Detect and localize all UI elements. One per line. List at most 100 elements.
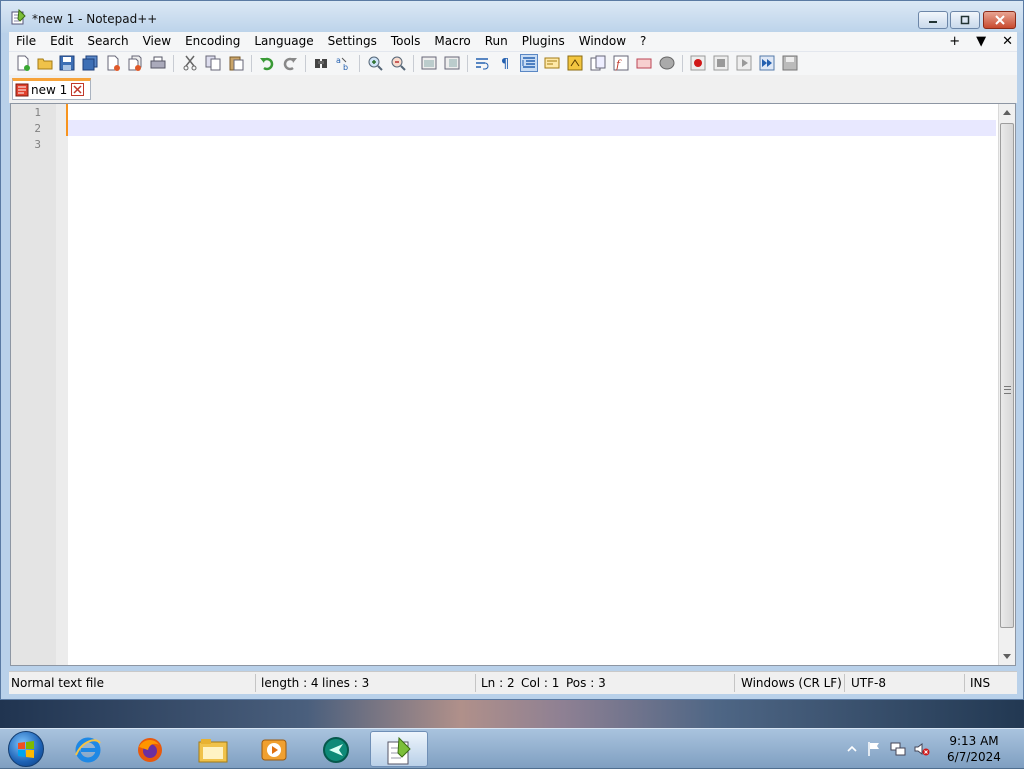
status-file-type: Normal text file [11,676,105,690]
status-bar: Normal text file length : 4 lines : 3 Ln… [9,671,1017,694]
zoom-in-icon[interactable] [367,55,383,71]
system-clock[interactable]: 9:13 AM 6/7/2024 [942,733,1006,765]
stop-recording-icon[interactable] [713,55,729,71]
status-insert-mode[interactable]: INS [970,676,990,690]
paste-icon[interactable] [228,55,244,71]
minimize-icon [929,21,937,23]
taskbar-internet-explorer[interactable] [62,731,116,767]
show-all-characters-icon[interactable]: ¶ [498,55,514,71]
status-eol-format[interactable]: Windows (CR LF) [741,676,842,690]
text-editor[interactable]: 1 2 3 [10,103,1016,666]
status-separator [255,674,256,692]
start-button[interactable] [8,731,44,767]
scroll-up-icon[interactable] [1003,110,1011,115]
title-bar[interactable]: *new 1 - Notepad++ [1,1,1023,33]
sync-vertical-scroll-icon[interactable] [421,55,437,71]
document-map-icon[interactable] [567,55,583,71]
minimize-button[interactable] [918,11,948,29]
menu-encoding[interactable]: Encoding [178,32,247,51]
taskbar-media-player[interactable] [248,731,302,767]
svg-text:b: b [343,63,348,71]
current-line-highlight [68,120,996,136]
save-macro-icon[interactable] [782,55,798,71]
status-separator [844,674,845,692]
redo-icon[interactable] [282,55,298,71]
menu-help[interactable]: ? [633,32,653,51]
network-icon[interactable] [890,741,906,757]
menu-plugins[interactable]: Plugins [515,32,572,51]
save-icon[interactable] [59,55,75,71]
internet-explorer-icon [75,737,101,763]
print-icon[interactable] [150,55,166,71]
menu-settings[interactable]: Settings [321,32,384,51]
toolbar-separator [305,55,306,72]
status-separator [734,674,735,692]
restore-icon [960,15,970,25]
copy-icon[interactable] [205,55,221,71]
menu-macro[interactable]: Macro [427,32,477,51]
new-tab-plus-button[interactable]: + [949,34,960,49]
save-all-icon[interactable] [82,55,98,71]
menu-view[interactable]: View [136,32,178,51]
menu-tools[interactable]: Tools [384,32,428,51]
new-file-icon[interactable] [15,55,31,71]
record-macro-icon[interactable] [690,55,706,71]
toolbar-separator [173,55,174,72]
status-encoding[interactable]: UTF-8 [851,676,886,690]
folder-icon [198,739,228,763]
taskbar-file-explorer[interactable] [186,731,240,767]
line-number: 2 [34,122,41,135]
tab-close-icon[interactable] [71,83,84,96]
toolbar: ab ¶ f [9,51,1017,75]
volume-muted-icon[interactable] [914,741,930,757]
tab-list-dropdown-button[interactable]: ▼ [976,34,986,49]
maximize-button[interactable] [950,11,980,29]
menu-file[interactable]: File [9,32,43,51]
close-all-icon[interactable] [127,55,143,71]
notepad-plus-plus-icon [11,9,26,25]
document-list-icon[interactable] [590,55,606,71]
cut-icon[interactable] [182,55,198,71]
status-length: length : 4 [261,676,319,690]
sync-horizontal-scroll-icon[interactable] [444,55,460,71]
close-document-button[interactable]: ✕ [1002,34,1013,49]
scrollbar-grip-icon [1004,386,1011,394]
tab-new-1[interactable]: new 1 [12,78,91,100]
monitoring-icon[interactable] [659,55,675,71]
menu-search[interactable]: Search [80,32,135,51]
menu-language[interactable]: Language [247,32,320,51]
zoom-out-icon[interactable] [390,55,406,71]
taskbar-teamviewer[interactable] [310,731,364,767]
user-defined-language-icon[interactable] [544,55,560,71]
line-number: 1 [34,106,41,119]
close-file-icon[interactable] [105,55,121,71]
function-list-icon[interactable]: f [613,55,629,71]
menu-window[interactable]: Window [572,32,633,51]
teamviewer-icon [323,737,349,763]
undo-icon[interactable] [259,55,275,71]
vertical-scrollbar[interactable] [998,104,1015,665]
show-hidden-icons-icon[interactable] [844,741,860,757]
close-button[interactable] [983,11,1016,29]
menu-edit[interactable]: Edit [43,32,80,51]
replace-icon[interactable]: ab [336,55,352,71]
playback-macro-icon[interactable] [736,55,752,71]
action-center-flag-icon[interactable] [866,741,882,757]
scroll-down-icon[interactable] [1003,654,1011,659]
taskbar-firefox[interactable] [124,731,178,767]
status-line: Ln : 2 [481,676,515,690]
media-player-icon [261,739,287,761]
menu-bar: File Edit Search View Encoding Language … [9,32,1017,51]
open-file-icon[interactable] [37,55,53,71]
folder-as-workspace-icon[interactable] [636,55,652,71]
word-wrap-icon[interactable] [475,55,491,71]
menu-run[interactable]: Run [478,32,515,51]
indent-guide-icon[interactable] [520,54,538,72]
status-separator [475,674,476,692]
toolbar-separator [413,55,414,72]
fold-margin[interactable] [56,104,68,665]
scrollbar-thumb[interactable] [1000,123,1014,628]
run-macro-multiple-icon[interactable] [759,55,775,71]
find-icon[interactable] [313,55,329,71]
taskbar-notepad-plus-plus[interactable] [370,731,428,767]
